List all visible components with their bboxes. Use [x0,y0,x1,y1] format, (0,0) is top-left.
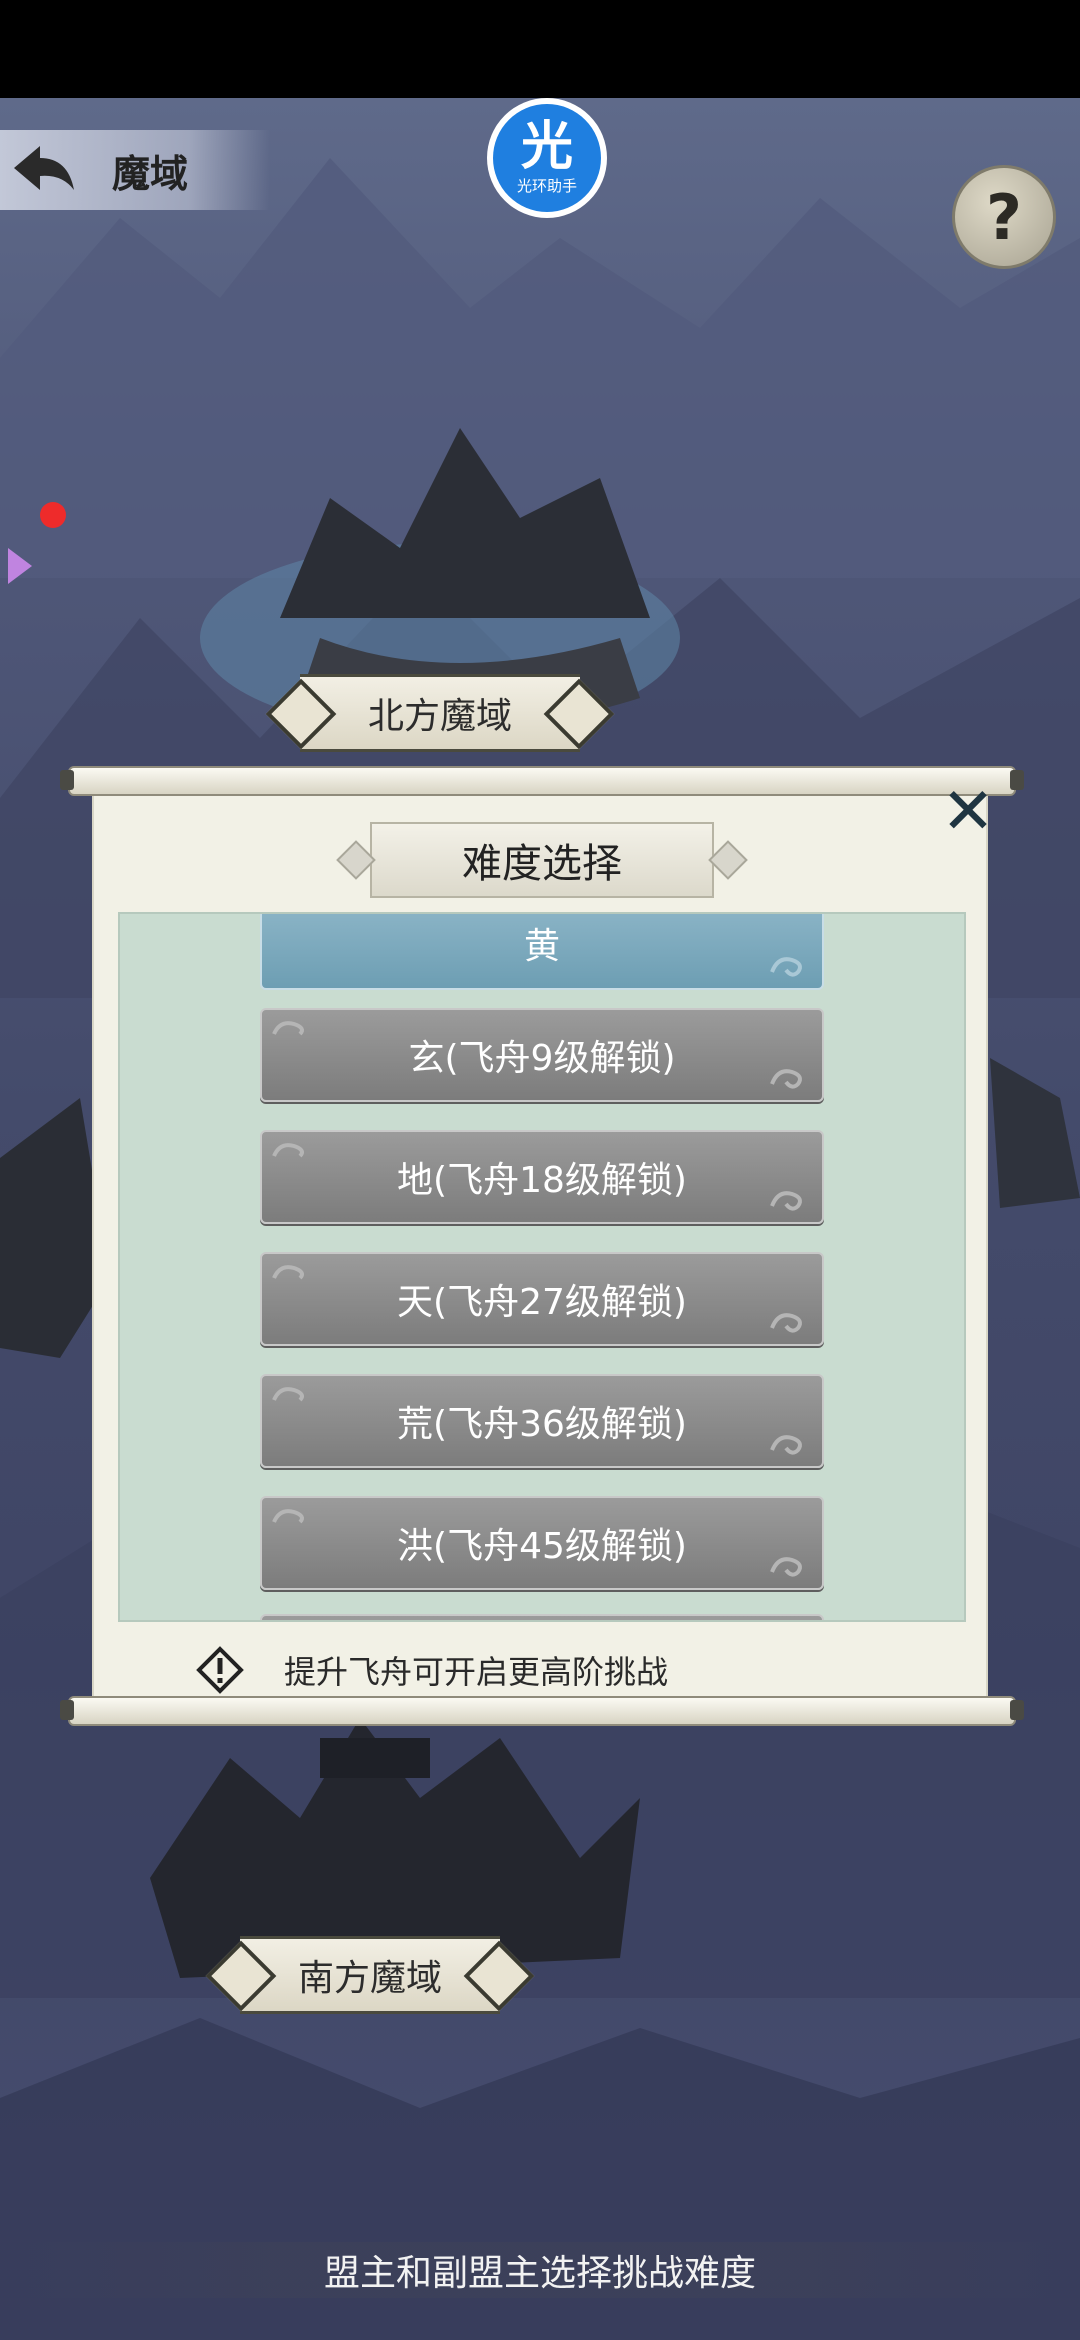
cloud-swirl-icon [770,1191,802,1211]
notification-dot [40,502,66,528]
halo-logo-icon: 光 [520,116,573,177]
side-panel-arrow-icon[interactable] [8,548,32,584]
dialog-title-banner: 难度选择 [336,822,748,898]
back-arrow-icon [0,130,90,210]
halo-name: 光环助手 [516,176,577,195]
cloud-swirl-icon [770,1069,802,1089]
footer-hint: 盟主和副盟主选择挑战难度 [0,2242,1080,2298]
option-label: 洪(飞舟45级解锁) [397,1526,687,1567]
halo-assistant-button[interactable]: 光 光环助手 [487,98,607,218]
option-label: 黄 [523,926,560,967]
north-region-label[interactable]: 北方魔域 [300,674,580,752]
scroll-rod-bottom [60,1696,1024,1726]
option-label: 荒(飞舟36级解锁) [397,1404,687,1445]
cloud-swirl-icon [770,1435,802,1455]
status-bar [0,0,1080,98]
cloud-swirl-icon [272,1021,304,1036]
cloud-swirl-icon [770,1313,802,1333]
difficulty-option-hong[interactable]: 洪(飞舟45级解锁) [260,1496,824,1590]
cloud-swirl-icon [770,957,802,977]
south-region-label[interactable]: 南方魔域 [240,1936,500,2014]
option-label: 玄(飞舟9级解锁) [408,1038,676,1079]
north-region-text: 北方魔域 [367,696,512,737]
tip-text: 提升飞舟可开启更高阶挑战 [284,1653,669,1691]
cloud-swirl-icon [272,1143,304,1158]
close-icon[interactable]: ✕ [936,780,1000,846]
option-label: 地(飞舟18级解锁) [397,1160,687,1201]
option-label: 天(飞舟27级解锁) [397,1282,687,1323]
south-region-text: 南方魔域 [297,1958,442,1999]
question-icon: ? [986,180,1022,254]
scroll-rod-top [60,766,1024,796]
footer-text: 盟主和副盟主选择挑战难度 [323,2253,756,2294]
cloud-swirl-icon [770,1557,802,1577]
difficulty-option-tian[interactable]: 天(飞舟27级解锁) [260,1252,824,1346]
cloud-swirl-icon [272,1509,304,1524]
dialog-title: 难度选择 [462,841,622,887]
difficulty-option-huang[interactable]: 黄 [260,914,824,990]
difficulty-list[interactable]: 黄 玄(飞舟9级解锁) 地(飞舟18级解锁) 天(飞舟27级解锁) 荒(飞舟36… [118,912,966,1622]
difficulty-option-xuan[interactable]: 玄(飞舟9级解锁) [260,1008,824,1102]
difficulty-option-di[interactable]: 地(飞舟18级解锁) [260,1130,824,1224]
difficulty-option-next[interactable] [260,1614,824,1620]
difficulty-option-huang2[interactable]: 荒(飞舟36级解锁) [260,1374,824,1468]
tip-bar: 提升飞舟可开启更高阶挑战 [92,1640,988,1700]
back-button[interactable]: 魔域 [0,130,270,210]
cloud-swirl-icon [272,1387,304,1402]
cloud-swirl-icon [272,1265,304,1280]
page-title: 魔域 [112,151,189,196]
help-button[interactable]: ? [952,165,1056,269]
warning-icon [196,1646,244,1694]
